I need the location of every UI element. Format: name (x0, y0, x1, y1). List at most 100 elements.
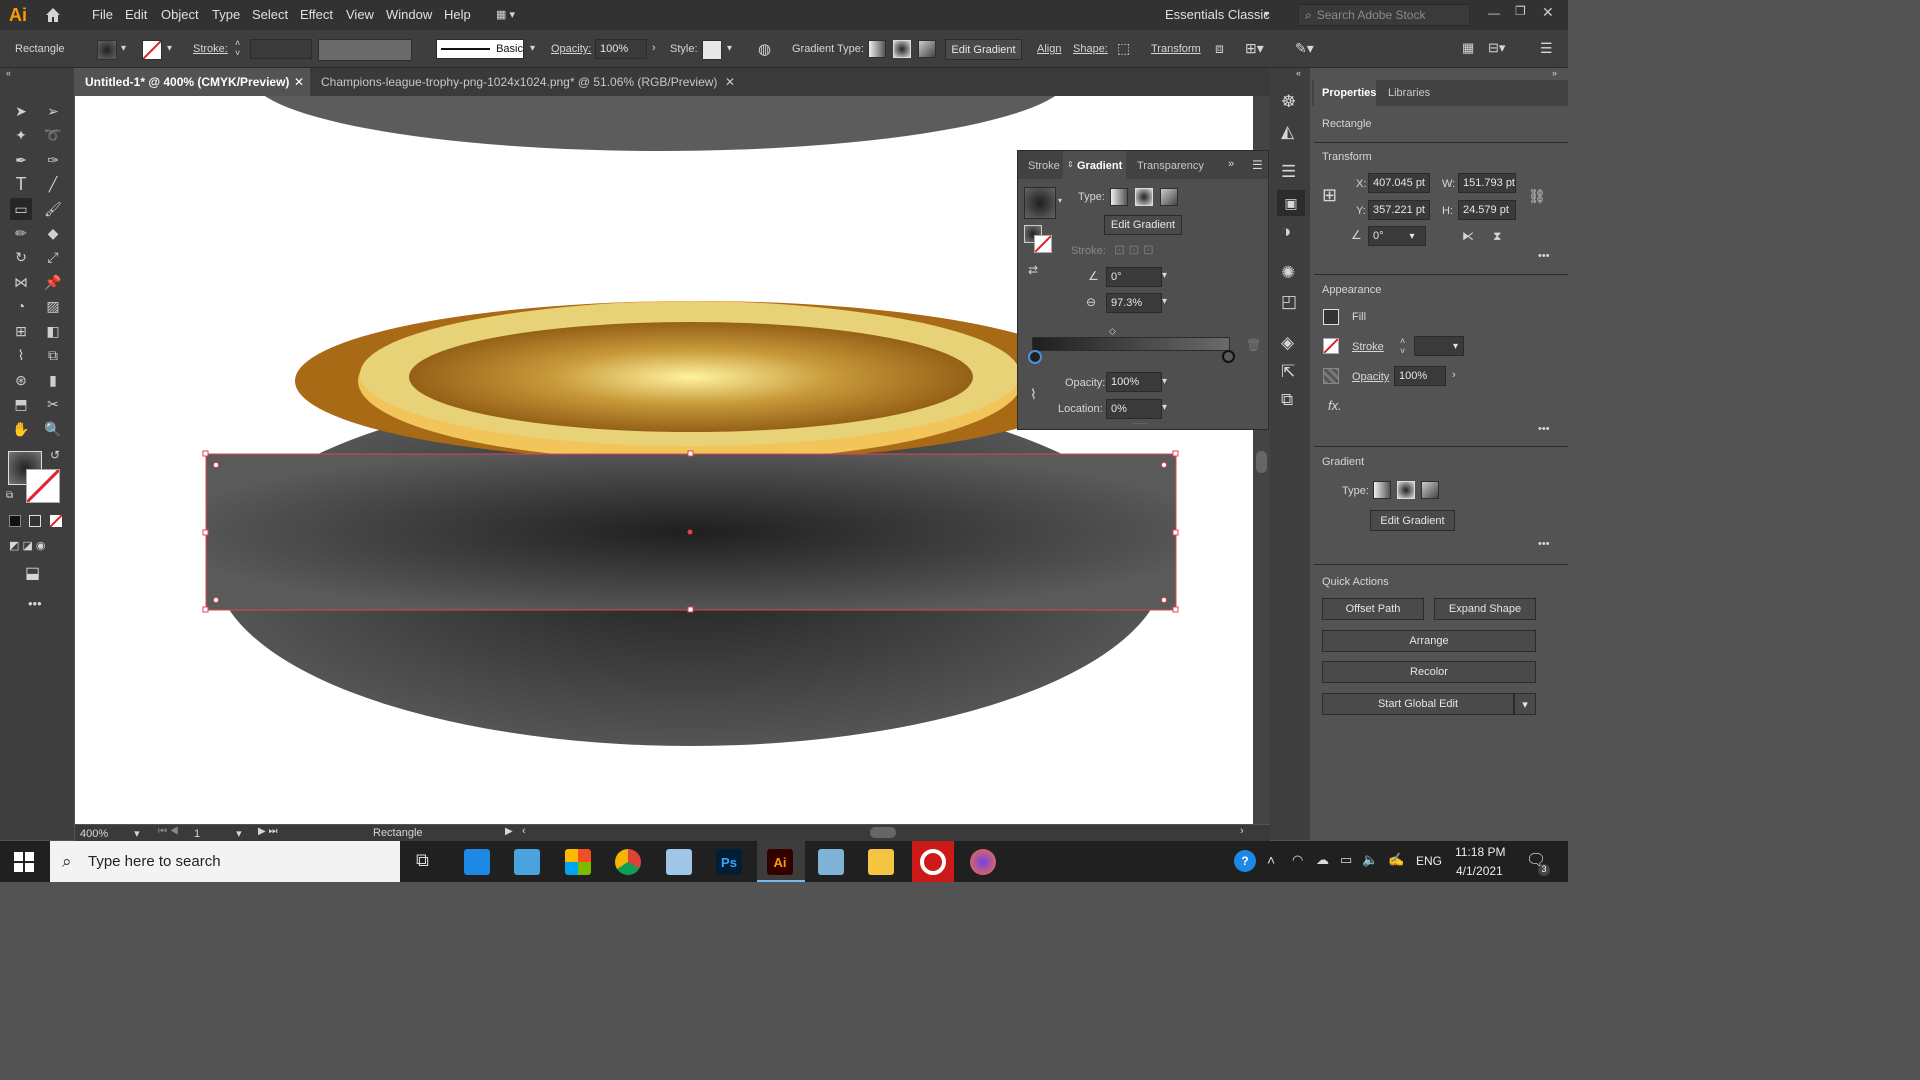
start-global-edit-button[interactable]: Start Global Edit (1322, 693, 1514, 715)
tab-trophy[interactable]: Champions-league-trophy-png-1024x1024.pn… (311, 68, 741, 96)
stroke-label[interactable]: Stroke: (193, 43, 228, 55)
screen-mode-icon[interactable]: ⬓ (25, 563, 40, 583)
taskbar-search[interactable]: ⌕ Type here to search (50, 841, 400, 882)
tab-stroke[interactable]: Stroke (1028, 160, 1060, 172)
mesh-tool-icon[interactable]: ⊞ (10, 320, 32, 342)
stop-opacity-field[interactable]: 100% (1106, 372, 1162, 392)
stroke-swatch[interactable] (142, 40, 162, 60)
magic-wand-tool-icon[interactable]: ✦ (10, 124, 32, 146)
freeform-gradient-button[interactable] (1160, 188, 1178, 206)
h-field[interactable]: 24.579 pt (1458, 200, 1516, 220)
linear-gradient-button[interactable] (1110, 188, 1128, 206)
y-field[interactable]: 357.221 pt (1368, 200, 1430, 220)
stroke-swatch[interactable] (1323, 338, 1339, 354)
close-icon[interactable]: ✕ (1542, 4, 1554, 21)
file-explorer-icon[interactable] (868, 849, 894, 875)
stock-search-input[interactable]: ⌕ Search Adobe Stock (1298, 4, 1470, 26)
recolor-button[interactable]: Recolor (1322, 661, 1536, 683)
aspect-ratio-field[interactable]: 97.3% (1106, 293, 1162, 313)
angle-field[interactable]: 0° (1106, 267, 1162, 287)
layers-icon[interactable]: ◈ (1281, 333, 1294, 353)
swap-fill-stroke-icon[interactable]: ↺ (50, 448, 60, 462)
stepper-icon[interactable]: ˄ ˅ (1400, 336, 1405, 356)
chevron-down-icon[interactable]: ▾ (1162, 270, 1167, 281)
artboard-tool-icon[interactable]: ⬒ (10, 393, 32, 415)
chevron-down-icon[interactable]: ▾ (1264, 9, 1269, 20)
lasso-tool-icon[interactable]: ➰ (42, 124, 64, 146)
align-panel-icon[interactable]: ⊟▾ (1488, 40, 1505, 56)
hand-tool-icon[interactable]: ✋ (10, 418, 32, 440)
chevron-right-icon[interactable]: › (1452, 369, 1456, 381)
menu-type[interactable]: Type (212, 7, 240, 22)
photoshop-icon[interactable]: Ps (716, 849, 742, 875)
isolate-icon[interactable]: ⧈ (1215, 40, 1224, 57)
volume-icon[interactable]: 🔈 (1362, 852, 1378, 868)
menu-effect[interactable]: Effect (300, 7, 333, 22)
artboards-icon[interactable]: ⧉ (1281, 390, 1293, 410)
help-icon[interactable]: ? (1234, 850, 1256, 872)
radial-gradient-button[interactable] (893, 40, 911, 58)
close-icon[interactable]: ✕ (725, 75, 735, 89)
stop-location-field[interactable]: 0% (1106, 399, 1162, 419)
more-options-icon[interactable]: ••• (1538, 423, 1550, 435)
puppet-warp-tool-icon[interactable]: 📌 (42, 271, 64, 293)
app-icon[interactable] (514, 849, 540, 875)
linear-gradient-button[interactable] (868, 40, 886, 58)
tab-properties[interactable]: Properties (1322, 87, 1376, 99)
shaper-tool-icon[interactable]: ✏ (10, 222, 32, 244)
asset-export-icon[interactable]: ◭ (1281, 122, 1294, 142)
shape-link[interactable]: Shape: (1073, 43, 1108, 55)
eyedropper-icon[interactable]: ⌇ (1030, 386, 1037, 403)
opacity-link[interactable]: Opacity (1352, 371, 1389, 383)
radial-gradient-button[interactable] (1397, 481, 1415, 499)
stroke-weight-field[interactable]: ▾ (1414, 336, 1464, 356)
chrome-icon[interactable] (615, 849, 641, 875)
scroll-right-icon[interactable]: › (1240, 825, 1244, 837)
pen-tool-icon[interactable]: ✒ (10, 149, 32, 171)
stepper-icon[interactable]: ˄ ˅ (235, 38, 240, 58)
stroke-weight-field[interactable] (250, 39, 312, 59)
line-tool-icon[interactable]: ╱ (42, 173, 64, 195)
more-options-icon[interactable]: ••• (1538, 538, 1550, 550)
arrange-icon[interactable]: ▦ (1462, 40, 1474, 56)
clock-date[interactable]: 4/1/2021 (1456, 864, 1503, 878)
graphic-styles-icon[interactable]: ◰ (1281, 292, 1297, 312)
menu-help[interactable]: Help (444, 7, 471, 22)
task-view-icon[interactable]: ⧉ (416, 850, 429, 871)
flip-horizontal-icon[interactable]: ⧔ (1462, 229, 1474, 243)
midpoint-diamond-icon[interactable]: ◇ (1109, 326, 1116, 337)
direct-selection-tool-icon[interactable]: ➢ (42, 100, 64, 122)
expand-shape-button[interactable]: Expand Shape (1434, 598, 1536, 620)
zoom-tool-icon[interactable]: 🔍 (42, 418, 64, 440)
shape-bounds-icon[interactable]: ⬚ (1117, 40, 1130, 57)
artboard-nav-icon[interactable]: ⏮ ◀ (158, 826, 179, 837)
puppet-warp-icon[interactable]: ✎▾ (1295, 40, 1314, 57)
cloud-icon[interactable]: ☁ (1316, 852, 1329, 868)
chevron-down-icon[interactable]: ▾ (1058, 196, 1062, 205)
w-field[interactable]: 151.793 pt (1458, 173, 1516, 193)
menu-select[interactable]: Select (252, 7, 288, 22)
rotate-field[interactable]: 0° ▾ (1368, 226, 1426, 246)
scale-tool-icon[interactable]: ⤢ (42, 246, 64, 268)
chevron-up-icon[interactable]: ˄ (1267, 852, 1275, 868)
style-swatch[interactable] (702, 40, 722, 60)
freeform-gradient-button[interactable] (1421, 481, 1439, 499)
pen-workspace-icon[interactable]: ✍ (1388, 852, 1404, 868)
perspective-grid-tool-icon[interactable]: ▨ (42, 295, 64, 317)
reverse-gradient-icon[interactable]: ⇄ (1028, 263, 1038, 277)
firefox-icon[interactable] (970, 849, 996, 875)
constrain-proportions-icon[interactable]: ⛓ (1528, 188, 1546, 205)
horizontal-scroll-thumb[interactable] (870, 827, 896, 838)
opacity-field[interactable]: 100% (1394, 366, 1446, 386)
edit-gradient-button[interactable]: Edit Gradient (945, 39, 1022, 60)
gradient-slider[interactable] (1032, 337, 1230, 351)
opacity-label[interactable]: Opacity: (551, 43, 591, 55)
draw-mode-icon[interactable]: ◩ ◪ ◉ (9, 539, 46, 552)
menu-window[interactable]: Window (386, 7, 432, 22)
fx-button[interactable]: fx. (1328, 398, 1342, 413)
wifi-icon[interactable]: ◠ (1292, 852, 1303, 868)
arrange-button[interactable]: Arrange (1322, 630, 1536, 652)
chevron-down-icon[interactable]: ▾ (1162, 402, 1167, 413)
artboard-number-field[interactable]: 1 ▾ (194, 827, 249, 840)
minimize-icon[interactable]: — (1488, 6, 1500, 20)
